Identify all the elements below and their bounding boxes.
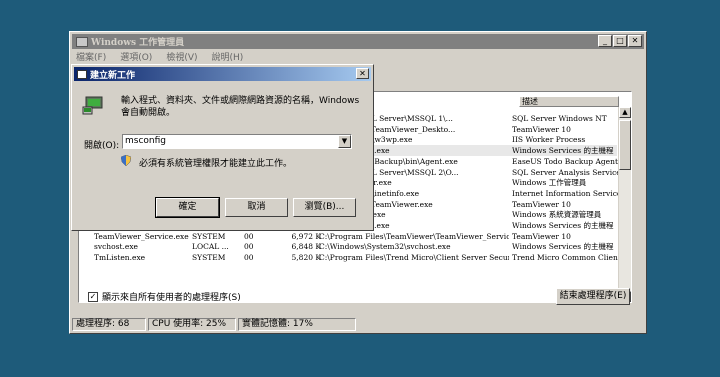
task-manager-title-bar[interactable]: Windows 工作管理員 _ □ ✕ — [72, 34, 644, 49]
cell-memory: 5,820 K — [291, 253, 321, 263]
dialog-title: 建立新工作 — [90, 70, 136, 81]
cell-description: Trend Micro Common Client — [512, 253, 621, 263]
create-new-task-dialog: 建立新工作 ✕ 輸入程式、資料夾、文件或網際網路資源的名稱，Windows 會自… — [71, 64, 374, 231]
cell-description: Windows 系統資源管理員 — [512, 210, 602, 220]
cell-description: TeamViewer 10 — [512, 199, 571, 209]
cell-cpu: 00 — [244, 231, 254, 241]
cell-user: LOCAL ... — [192, 242, 229, 252]
cell-description: TeamViewer 10 — [512, 124, 571, 134]
cell-path: C:\Windows\System32\svchost.exe — [319, 242, 451, 252]
cell-description: Windows Services 的主機程 — [512, 146, 614, 156]
uac-shield-icon — [121, 155, 131, 166]
status-memory: 實體記憶體: 17% — [238, 318, 356, 331]
menu-bar: 檔案(F) 選項(O) 檢視(V) 說明(H) — [74, 50, 245, 64]
admin-note: 必須有系統管理權限才能建立此工作。 — [139, 159, 293, 169]
cell-memory: 6,972 K — [291, 231, 321, 241]
cell-path: C:\Program Files\TeamViewer\TeamViewer_S… — [319, 231, 509, 241]
status-bar: 處理程序: 68 CPU 使用率: 25% 實體記憶體: 17% — [72, 318, 644, 331]
menu-help[interactable]: 說明(H) — [210, 50, 246, 64]
cell-description: Windows Services 的主機程 — [512, 221, 614, 230]
cell-description: TeamViewer 10 — [512, 231, 571, 241]
cell-memory: 6,848 K — [291, 242, 321, 252]
vertical-scrollbar[interactable]: ▲ ▼ — [618, 107, 631, 302]
dialog-description: 輸入程式、資料夾、文件或網際網路資源的名稱，Windows 會自動開啟。 — [121, 96, 360, 118]
open-input[interactable]: msconfig — [122, 134, 352, 149]
menu-options[interactable]: 選項(O) — [118, 50, 154, 64]
open-label: 開啟(O): — [84, 141, 120, 151]
show-all-users-option[interactable]: ✓ 顯示來自所有使用者的處理程序(S) — [88, 290, 241, 303]
show-all-users-label: 顯示來自所有使用者的處理程序(S) — [102, 293, 241, 303]
window-title: Windows 工作管理員 — [91, 38, 185, 48]
task-manager-icon — [76, 36, 88, 47]
close-button[interactable]: ✕ — [628, 35, 642, 47]
status-cpu-usage: CPU 使用率: 25% — [148, 318, 236, 331]
cell-path: C:\Program Files\Trend Micro\Client Serv… — [319, 253, 509, 263]
status-process-count: 處理程序: 68 — [72, 318, 146, 331]
cell-image-name: TeamViewer_Service.exe — [94, 231, 189, 241]
dialog-title-bar[interactable]: 建立新工作 ✕ — [74, 67, 371, 81]
maximize-button[interactable]: □ — [613, 35, 627, 47]
cell-description: SQL Server Windows NT — [512, 114, 607, 123]
table-row[interactable]: TeamViewer_Service.exe SYSTEM 00 6,972 K C:\… — [79, 231, 617, 242]
cell-description: Windows 工作管理員 — [512, 178, 587, 188]
checkbox-checked-icon[interactable]: ✓ — [88, 291, 98, 302]
run-window-icon — [77, 69, 87, 79]
cancel-button[interactable]: 取消 — [225, 198, 288, 217]
dialog-close-button[interactable]: ✕ — [356, 68, 369, 79]
run-program-icon — [82, 96, 103, 115]
cell-user: SYSTEM — [192, 253, 226, 263]
menu-file[interactable]: 檔案(F) — [74, 50, 108, 64]
cell-description: EaseUS Todo Backup Agent A — [512, 156, 626, 166]
minimize-button[interactable]: _ — [598, 35, 612, 47]
cell-cpu: 00 — [244, 253, 254, 263]
table-row[interactable]: TmListen.exe SYSTEM 00 5,820 K C:\Program Fi… — [79, 252, 621, 263]
scroll-up-arrow-icon[interactable]: ▲ — [619, 107, 631, 118]
cell-description: Windows Services 的主機程 — [512, 242, 614, 252]
cell-description: Internet Information Services — [512, 188, 626, 198]
dropdown-arrow-icon[interactable]: ▼ — [338, 135, 351, 148]
column-header-description[interactable]: 描述 — [519, 96, 619, 107]
end-process-button[interactable]: 結束處理程序(E) — [556, 288, 630, 305]
cell-image-name: TmListen.exe — [94, 253, 146, 263]
browse-button[interactable]: 瀏覽(B)... — [293, 198, 356, 217]
cell-cpu: 00 — [244, 242, 254, 252]
cell-user: SYSTEM — [192, 231, 226, 241]
cell-description: IIS Worker Process — [512, 135, 586, 145]
menu-view[interactable]: 檢視(V) — [164, 50, 199, 64]
cell-image-name: svchost.exe — [94, 242, 138, 252]
ok-button[interactable]: 確定 — [155, 197, 220, 218]
cell-description: SQL Server Analysis Service — [512, 167, 621, 177]
scroll-thumb[interactable] — [619, 120, 631, 170]
caption-buttons: _ □ ✕ — [598, 35, 642, 47]
table-row[interactable]: svchost.exe LOCAL ... 00 6,848 K C:\Windows\… — [79, 241, 617, 252]
